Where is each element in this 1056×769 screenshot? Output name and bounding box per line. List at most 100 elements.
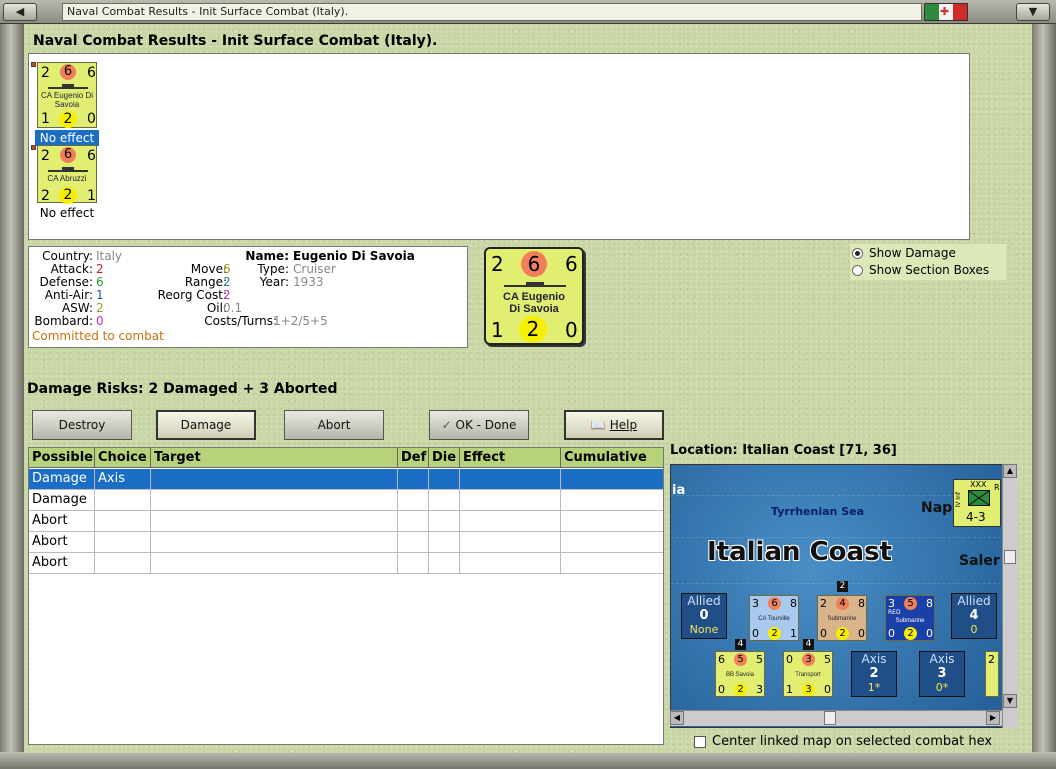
scroll-right-icon[interactable]: ▶ — [986, 711, 1000, 725]
table-row[interactable]: Abort — [29, 532, 663, 553]
counter-attack: 2 — [41, 148, 50, 164]
antiair-value: 1 — [96, 288, 104, 302]
unit-entry-eugenio[interactable]: 2 6 6 CA Eugenio Di Savoia 1 2 0 No effe… — [31, 62, 99, 148]
type-value: Cruiser — [293, 262, 336, 276]
map-counter-submarine-red[interactable]: 3 5 8 RED Submarine 0 2 0 — [885, 595, 935, 641]
corps-size: XXX — [970, 480, 987, 489]
big-counter-aa: 1 — [491, 318, 504, 342]
col-target[interactable]: Target — [151, 448, 398, 468]
axis-right-value: 3 — [937, 666, 947, 681]
main-panel: Naval Combat Results - Init Surface Comb… — [24, 24, 1032, 753]
allied-right-sub: 0 — [970, 623, 978, 636]
col-choice[interactable]: Choice — [95, 448, 151, 468]
col-effect[interactable]: Effect — [460, 448, 561, 468]
damage-button[interactable]: Damage — [156, 410, 256, 440]
reorg-label: Reorg Cost: — [157, 288, 227, 302]
col-def[interactable]: Def — [398, 448, 429, 468]
help-label: Help — [609, 418, 638, 432]
ok-done-button[interactable]: ✓ OK - Done — [429, 410, 529, 440]
map-counter-tag: RED — [888, 609, 901, 616]
attack-label: Attack: — [50, 262, 93, 276]
sea-label: Tyrrhenian Sea — [771, 505, 865, 518]
table-cell — [429, 553, 460, 574]
map-counter-value: 2 — [820, 597, 827, 610]
show-section-boxes-radio[interactable]: Show Section Boxes — [852, 263, 989, 277]
table-cell — [151, 490, 398, 511]
map-counter-submarine[interactable]: 2 4 8 Submarine 0 2 0 — [817, 595, 867, 641]
map-counter-name: Submarine — [895, 618, 925, 624]
map-counter-transport[interactable]: 0 3 5 Transport 1 3 0 — [783, 651, 833, 697]
type-label: Type: — [257, 262, 289, 276]
damage-choices-table[interactable]: Possible Choice Target Def Die Effect Cu… — [28, 447, 664, 745]
axis-mid-box: Axis 2 1* — [851, 651, 897, 697]
show-damage-radio[interactable]: Show Damage — [852, 246, 956, 260]
map-counter-value: 5 — [734, 653, 747, 666]
corps-type: R — [994, 483, 1000, 492]
ship-silhouette-icon — [504, 282, 566, 287]
destroy-button[interactable]: Destroy — [32, 410, 132, 440]
system-menu-button[interactable]: ◀ — [3, 3, 37, 21]
abort-button[interactable]: Abort — [284, 410, 384, 440]
table-row[interactable]: Abort — [29, 553, 663, 574]
col-possible[interactable]: Possible — [29, 448, 95, 468]
checkbox-icon[interactable] — [694, 735, 706, 748]
corps-strength: 4-3 — [966, 510, 986, 524]
scroll-thumb[interactable] — [824, 711, 836, 725]
table-cell — [460, 511, 561, 532]
col-cumulative[interactable]: Cumulative — [561, 448, 663, 468]
scroll-down-icon[interactable]: ▼ — [1003, 694, 1017, 708]
unit-entry-abruzzi[interactable]: 2 6 6 CA Abruzzi 2 2 1 No effect — [31, 145, 99, 231]
selected-unit-counter: 2 6 6 CA Eugenio Di Savoia 1 2 0 — [484, 247, 584, 345]
stack-count-badge: 2 — [837, 581, 848, 592]
table-cell — [398, 511, 429, 532]
map-counter-bb-savoia[interactable]: 6 5 5 BB Savoia 0 2 3 — [715, 651, 765, 697]
unit-counter[interactable]: 2 6 6 CA Abruzzi 2 2 1 — [37, 145, 97, 204]
map-counter-name: Transport — [795, 672, 821, 678]
corps-counter[interactable]: XXX R IV Inf 4-3 — [953, 479, 1001, 527]
table-cell — [460, 532, 561, 553]
scroll-up-icon[interactable]: ▲ — [1003, 464, 1017, 478]
table-cell — [398, 469, 429, 490]
map-counter-value: 0 — [858, 627, 865, 640]
map-vertical-scrollbar[interactable]: ▲ ▼ — [1002, 464, 1018, 728]
counter-defense: 6 — [60, 147, 76, 163]
table-cell — [561, 553, 663, 574]
map-horizontal-scrollbar[interactable]: ◀ ▶ — [670, 710, 1002, 726]
map-counter-name: CA Tourville — [758, 616, 790, 622]
display-options: Show Damage Show Section Boxes — [850, 244, 1006, 280]
radio-off-icon[interactable] — [852, 264, 863, 276]
oil-value: 0.1 — [223, 301, 243, 315]
table-row[interactable]: Damage — [29, 490, 663, 511]
center-map-label: Center linked map on selected combat hex — [712, 734, 993, 749]
axis-right-sub: 0* — [935, 681, 949, 694]
table-row[interactable]: Damage Axis — [29, 469, 663, 490]
table-cell — [429, 490, 460, 511]
map-counter-value: 2 — [768, 627, 781, 640]
map-counter-partial[interactable]: 2 — [985, 651, 999, 697]
counter-bombard: 0 — [87, 111, 96, 127]
col-die[interactable]: Die — [429, 448, 460, 468]
name-label: Name: — [245, 249, 289, 263]
damage-risks-summary: Damage Risks: 2 Damaged + 3 Aborted — [27, 381, 338, 397]
combat-unit-list[interactable]: 2 6 6 CA Eugenio Di Savoia 1 2 0 No effe… — [28, 53, 970, 240]
scroll-left-icon[interactable]: ◀ — [670, 711, 684, 725]
map-counter-value: 2 — [734, 683, 747, 696]
table-cell: Axis — [95, 469, 151, 490]
table-cell — [151, 553, 398, 574]
table-row[interactable]: Abort — [29, 511, 663, 532]
defense-label: Defense: — [39, 275, 93, 289]
minimize-button[interactable]: ▼ — [1016, 3, 1050, 21]
table-cell — [460, 553, 561, 574]
unit-counter[interactable]: 2 6 6 CA Eugenio Di Savoia 1 2 0 — [37, 62, 97, 128]
center-map-checkbox[interactable]: Center linked map on selected combat hex — [694, 734, 992, 749]
linked-map[interactable]: ia Tyrrhenian Sea Napl Saler Italian Coa… — [670, 464, 1018, 728]
scroll-thumb[interactable] — [1004, 550, 1016, 564]
axis-right-box: Axis 3 0* — [919, 651, 965, 697]
map-counter-tourville[interactable]: 3 6 8 CA Tourville 0 2 1 — [749, 595, 799, 641]
country-value: Italy — [96, 249, 123, 263]
radio-on-icon[interactable] — [852, 247, 863, 259]
help-book-icon: 📖 — [590, 418, 606, 432]
bombard-value: 0 — [96, 314, 104, 328]
big-counter-asw: 2 — [519, 316, 547, 343]
help-button[interactable]: 📖 Help — [564, 410, 664, 440]
